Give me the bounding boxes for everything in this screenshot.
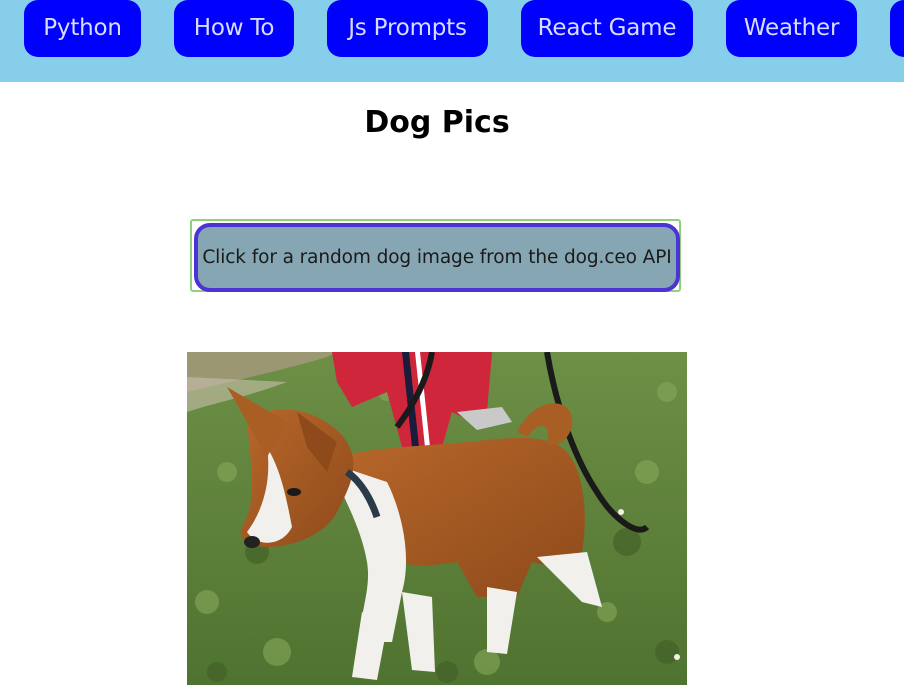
nav-button-weather[interactable]: Weather (726, 0, 857, 57)
dog-image (187, 352, 687, 685)
random-dog-button[interactable]: Click for a random dog image from the do… (194, 223, 680, 292)
nav-button-python[interactable]: Python (24, 0, 141, 57)
nav-button-overflow[interactable] (890, 0, 904, 57)
page-title: Dog Pics (364, 105, 510, 140)
dog-photo-illustration (187, 352, 687, 685)
nav-button-js-prompts[interactable]: Js Prompts (327, 0, 488, 57)
nav-button-how-to[interactable]: How To (174, 0, 294, 57)
top-navigation-bar: Python How To Js Prompts React Game Weat… (0, 0, 904, 82)
nav-button-react-game[interactable]: React Game (521, 0, 693, 57)
